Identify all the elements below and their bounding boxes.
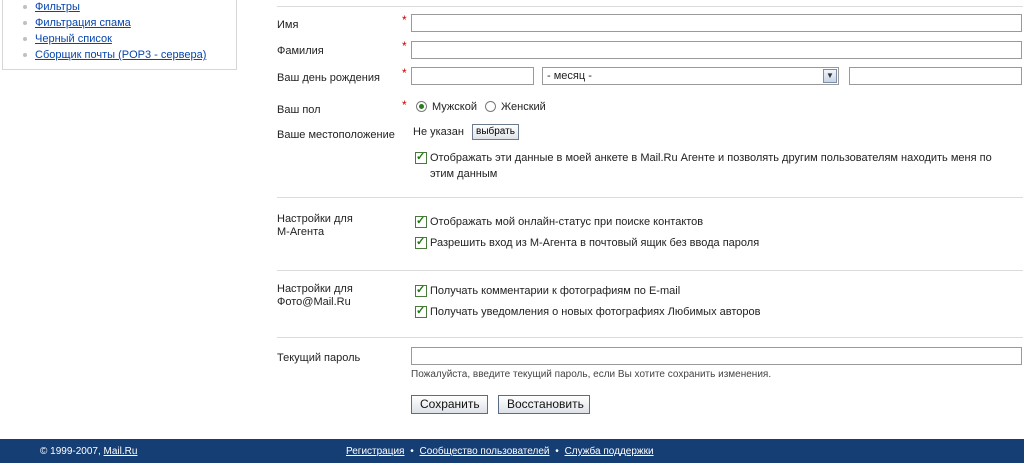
photo-comments-label: Получать комментарии к фотографиям по E-… [430,285,681,297]
footer-link-community[interactable]: Сообщество пользователей [420,446,550,457]
sidebar: Фильтры Фильтрация спама Черный список С… [2,0,237,70]
photo-notifications-label: Получать уведомления о новых фотографиях… [430,306,761,318]
birthday-month-select[interactable]: - месяц - ▼ [542,67,839,85]
sidebar-link-blacklist[interactable]: Черный список [35,33,112,45]
divider [277,6,1023,7]
bullet-icon [23,5,27,9]
first-name-input[interactable] [411,14,1022,32]
sidebar-link-mail-collector[interactable]: Сборщик почты (POP3 - сервера) [35,49,206,61]
divider [277,270,1023,271]
location-value: Не указан [413,126,464,138]
footer-mailru-link[interactable]: Mail.Ru [104,446,138,457]
footer-link-registration[interactable]: Регистрация [346,446,404,457]
gender-male-radio[interactable] [416,101,427,112]
location-label: Ваше местоположение [277,129,395,141]
agent-online-status-label: Отображать мой онлайн-статус при поиске … [430,216,704,228]
save-button[interactable]: Сохранить [411,395,488,414]
last-name-input[interactable] [411,41,1022,59]
required-mark: * [402,66,407,80]
birthday-year-input[interactable] [849,67,1022,85]
photo-comments-checkbox[interactable] [415,283,427,297]
sidebar-link-filters[interactable]: Фильтры [35,1,80,13]
agent-login-checkbox[interactable] [415,235,427,249]
divider [277,337,1023,338]
chevron-down-icon[interactable]: ▼ [823,69,837,83]
footer-copyright: © 1999-2007, Mail.Ru [40,446,137,457]
password-label: Текущий пароль [277,352,361,364]
sidebar-item-spam-filter: Фильтрация спама [23,15,206,31]
sidebar-item-blacklist: Черный список [23,31,206,47]
choose-location-button[interactable]: выбрать [472,124,519,140]
photo-settings-label: Настройки для Фото@Mail.Ru [277,283,353,309]
footer-separator: • [555,446,559,457]
gender-label: Ваш пол [277,104,321,116]
bullet-icon [23,53,27,57]
bullet-icon [23,21,27,25]
footer-links: Регистрация • Сообщество пользователей •… [346,446,654,457]
password-hint: Пожалуйста, введите текущий пароль, если… [411,369,772,380]
photo-settings-label-line1: Настройки для [277,283,353,295]
required-mark: * [402,98,407,112]
sidebar-menu: Фильтры Фильтрация спама Черный список С… [23,0,206,63]
copyright-text: © 1999-2007, [40,446,101,457]
footer-separator: • [410,446,414,457]
agent-settings-label: Настройки для М-Агента [277,213,353,239]
current-password-input[interactable] [411,347,1022,365]
show-in-agent-label: Отображать эти данные в моей анкете в Ma… [430,150,1024,182]
agent-online-status-checkbox[interactable] [415,214,427,228]
sidebar-item-filters: Фильтры [23,0,206,15]
agent-login-label: Разрешить вход из М-Агента в почтовый ящ… [430,237,760,249]
first-name-label: Имя [277,19,299,31]
birthday-month-value: - месяц - [547,70,592,82]
birthday-label: Ваш день рождения [277,72,380,84]
birthday-day-input[interactable] [411,67,534,85]
last-name-label: Фамилия [277,45,324,57]
footer: © 1999-2007, Mail.Ru Регистрация • Сообщ… [0,439,1024,463]
gender-female-radio[interactable] [485,101,496,112]
agent-settings-label-line1: Настройки для [277,213,353,225]
photo-notifications-checkbox[interactable] [415,304,427,318]
divider [277,197,1023,198]
sidebar-link-spam-filter[interactable]: Фильтрация спама [35,17,131,29]
agent-settings-label-line2: М-Агента [277,226,325,238]
sidebar-item-mail-collector: Сборщик почты (POP3 - сервера) [23,47,206,63]
gender-male-label: Мужской [432,101,477,113]
show-in-agent-label-line2: этим данным [430,168,498,180]
required-mark: * [402,13,407,27]
photo-settings-label-line2: Фото@Mail.Ru [277,296,351,308]
show-in-agent-label-line1: Отображать эти данные в моей анкете в Ma… [430,152,992,164]
show-in-agent-checkbox[interactable] [415,150,427,164]
gender-female-label: Женский [501,101,546,113]
footer-link-support[interactable]: Служба поддержки [565,446,654,457]
bullet-icon [23,37,27,41]
restore-button[interactable]: Восстановить [498,395,590,414]
required-mark: * [402,39,407,53]
